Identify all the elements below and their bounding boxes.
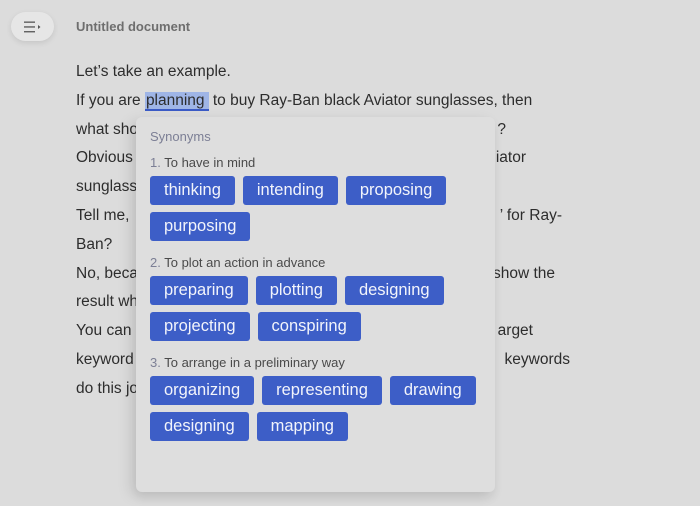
paragraph: If you are planning to buy Ray-Ban black…: [76, 87, 596, 116]
group-number: 3.: [150, 355, 161, 370]
synonym-chip[interactable]: designing: [344, 276, 444, 305]
text-run: do this jo: [76, 379, 139, 397]
group-meaning: To arrange in a preliminary way: [164, 355, 345, 370]
synonym-group-label: 3. To arrange in a preliminary way: [150, 355, 481, 370]
document-title[interactable]: Untitled document: [76, 19, 190, 34]
synonym-group: 3. To arrange in a preliminary way organi…: [150, 355, 481, 441]
text-run: result wh: [76, 293, 139, 311]
synonym-chip[interactable]: thinking: [150, 176, 235, 205]
group-number: 2.: [150, 255, 161, 270]
group-number: 1.: [150, 155, 161, 170]
synonym-chip-list: organizing representing drawing designing ma…: [150, 376, 485, 441]
synonym-group: 1. To have in mind thinking intending propo…: [150, 155, 481, 241]
text-run: ’ for Ray-: [499, 206, 562, 224]
synonym-chip[interactable]: projecting: [150, 312, 250, 341]
synonym-group: 2. To plot an action in advance preparing…: [150, 255, 481, 341]
text-run: sunglass: [76, 178, 138, 196]
synonym-chip[interactable]: intending: [242, 176, 338, 205]
synonym-chip-list: thinking intending proposing purposing: [150, 176, 485, 241]
paragraph: Let’s take an example.: [76, 63, 231, 80]
synonym-chip[interactable]: drawing: [389, 376, 476, 405]
text-run: Obvious: [76, 149, 133, 167]
synonym-chip[interactable]: plotting: [255, 276, 337, 305]
popup-title: Synonyms: [150, 129, 211, 144]
synonym-chip[interactable]: organizing: [150, 376, 255, 405]
text-run: No, beca: [76, 264, 139, 282]
text-run: to buy Ray-Ban black Aviator sunglasses,…: [208, 91, 533, 109]
menu-button[interactable]: [11, 12, 54, 41]
synonym-chip[interactable]: mapping: [256, 412, 348, 441]
synonym-chip[interactable]: representing: [262, 376, 382, 405]
selected-word[interactable]: planning: [144, 91, 209, 111]
synonym-chip[interactable]: preparing: [150, 276, 248, 305]
group-meaning: To plot an action in advance: [164, 255, 326, 270]
hamburger-menu-icon: [23, 21, 40, 32]
text-run: If you are: [76, 91, 145, 109]
text-run: keyword: [76, 350, 134, 368]
synonym-chip[interactable]: conspiring: [257, 312, 361, 341]
group-meaning: To have in mind: [164, 155, 256, 170]
text-run: Tell me,: [76, 206, 130, 224]
synonym-chip[interactable]: purposing: [150, 212, 251, 241]
synonym-groups: 1. To have in mind thinking intending propo…: [150, 155, 481, 441]
text-run: keywords: [504, 350, 570, 368]
synonym-chip-list: preparing plotting designing projecting cons…: [150, 276, 485, 341]
text-run: You can: [76, 322, 132, 340]
synonyms-popup: Synonyms 1. To have in mind thinking inten…: [136, 117, 495, 492]
text-run: what sho: [76, 120, 139, 138]
synonym-chip[interactable]: proposing: [345, 176, 447, 205]
text-run: iator: [495, 149, 526, 167]
synonym-chip[interactable]: designing: [150, 412, 249, 441]
text-run: arget: [497, 322, 533, 340]
text-run: show the: [492, 264, 555, 282]
text-run: Ban?: [76, 235, 113, 253]
text-run: ?: [497, 120, 506, 138]
synonym-group-label: 2. To plot an action in advance: [150, 255, 481, 270]
synonym-group-label: 1. To have in mind: [150, 155, 481, 170]
